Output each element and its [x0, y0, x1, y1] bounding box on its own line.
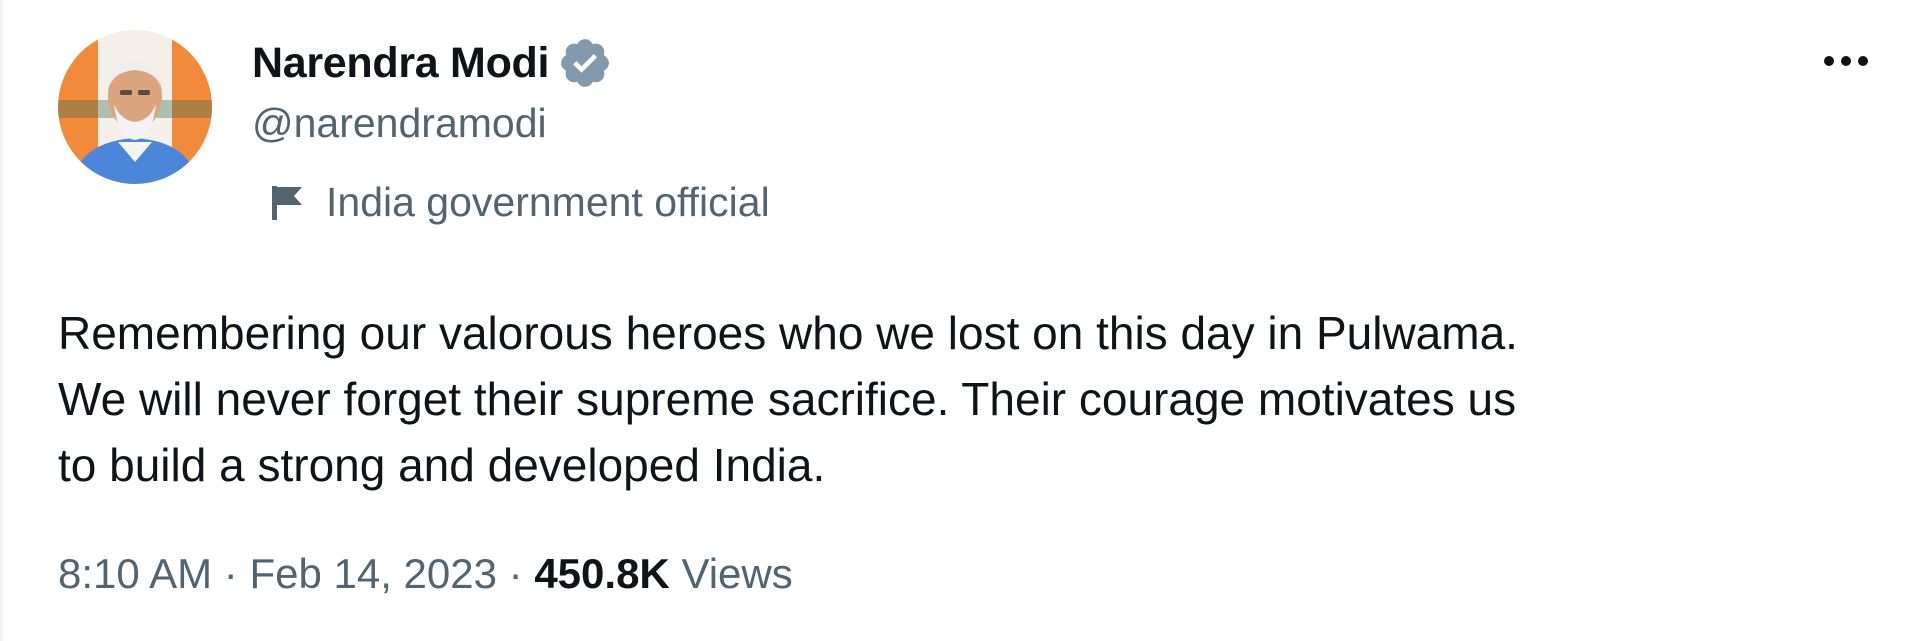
meta-separator: ·	[223, 550, 238, 597]
tweet-text: Remembering our valorous heroes who we l…	[58, 300, 1858, 498]
author-header: Narendra Modi	[252, 32, 613, 94]
avatar[interactable]	[58, 30, 212, 184]
affiliation-label: India government official	[326, 178, 770, 225]
tweet-text-line: Remembering our valorous heroes who we l…	[58, 307, 1518, 359]
tweet-metadata: 8:10 AM · Feb 14, 2023 · 450.8K Views	[58, 544, 793, 604]
avatar-image	[58, 30, 212, 184]
flag-icon	[270, 182, 306, 222]
affiliation-label-row: India government official	[270, 172, 770, 232]
tweet-card: Narendra Modi @narendramodi India govern…	[0, 0, 1920, 641]
card-border	[0, 0, 3, 641]
more-horizontal-icon	[1824, 56, 1868, 66]
verified-badge-icon	[557, 35, 613, 91]
views-count: 450.8K	[534, 550, 670, 597]
meta-separator: ·	[508, 550, 523, 597]
tweet-text-line: to build a strong and developed India.	[58, 439, 826, 491]
author-handle[interactable]: @narendramodi	[252, 100, 547, 147]
views-label: Views	[681, 550, 793, 597]
author-name[interactable]: Narendra Modi	[252, 39, 549, 88]
more-options-button[interactable]	[1818, 40, 1874, 82]
tweet-date[interactable]: Feb 14, 2023	[249, 550, 497, 597]
tweet-text-line: We will never forget their supreme sacri…	[58, 373, 1517, 425]
tweet-time[interactable]: 8:10 AM	[58, 550, 212, 597]
